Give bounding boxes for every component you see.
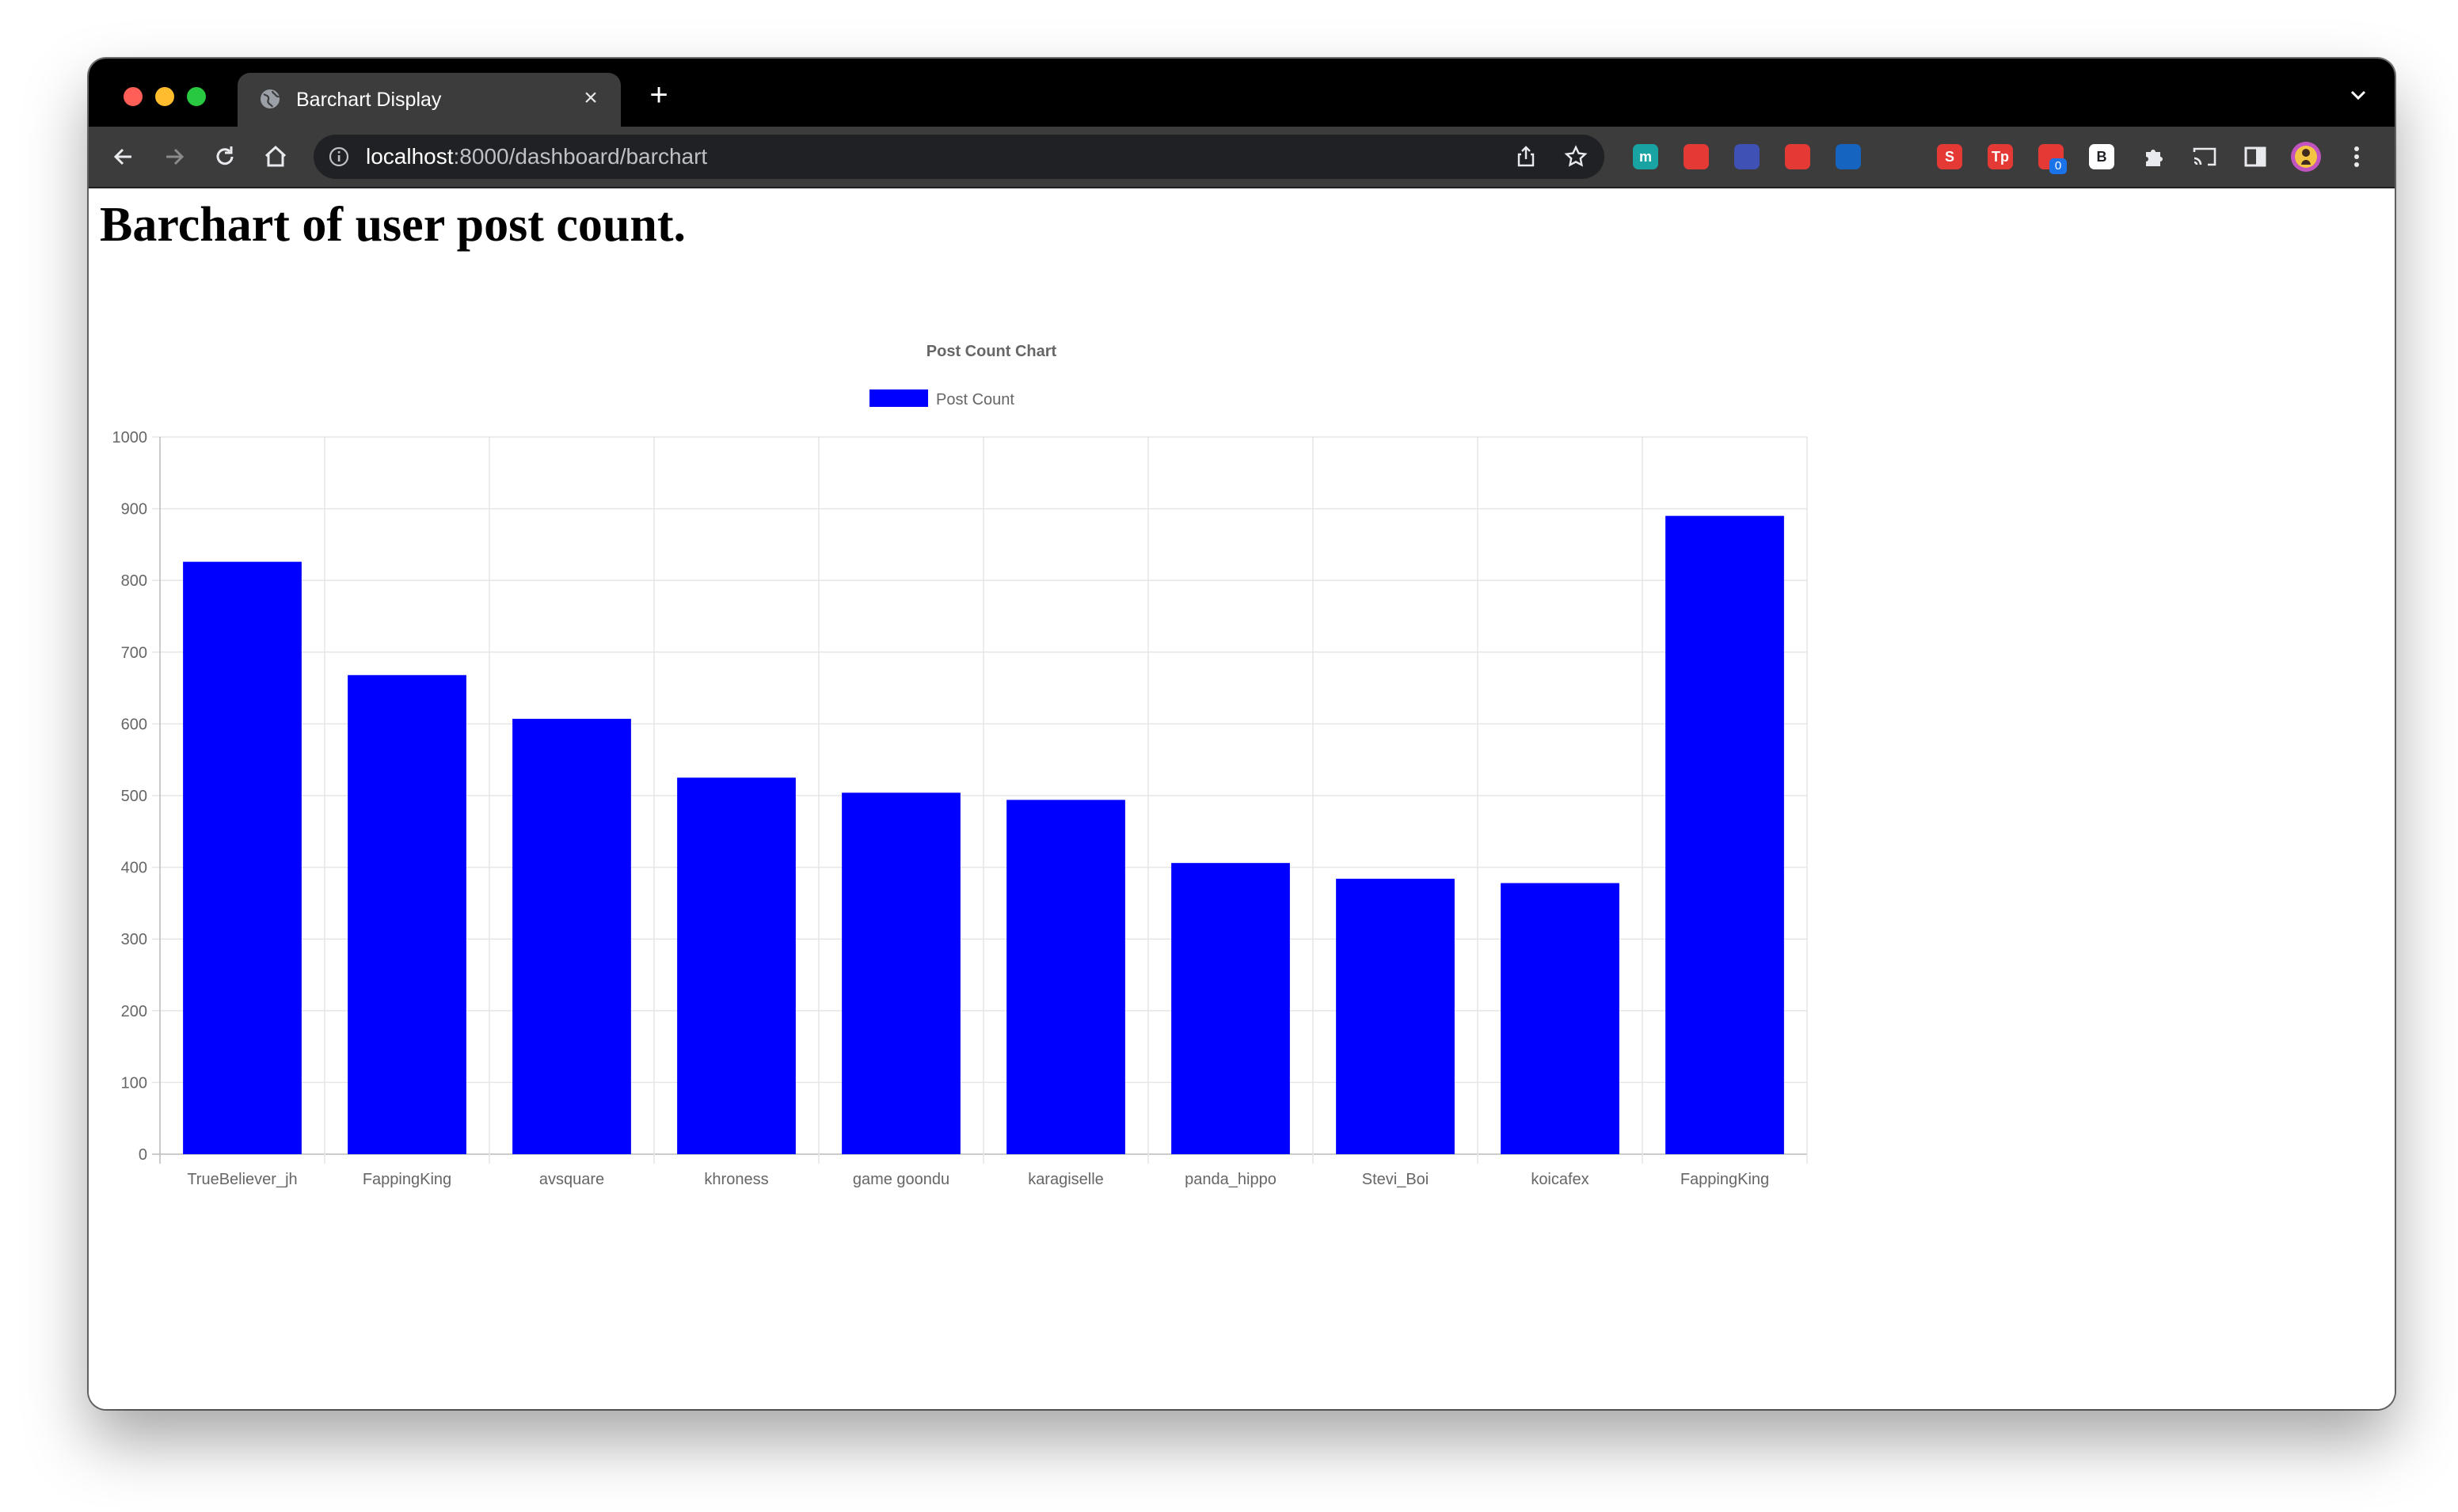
y-tick-label: 400 [121, 860, 147, 877]
tab-bar: Barchart Display × + [89, 59, 2395, 127]
bar-chart: 0 100 200 300 400 500 600 700 800 900 1000 TrueBel… [112, 343, 1808, 1188]
share-icon[interactable] [1514, 145, 1538, 169]
puzzle-icon[interactable] [2140, 142, 2168, 171]
url-host: localhost [366, 144, 454, 169]
page-heading: Barchart of user post count. [100, 198, 686, 252]
extension-badge: 0 [2049, 158, 2067, 174]
bar[interactable] [1665, 515, 1784, 1154]
y-tick-label: 1000 [112, 429, 148, 446]
extension-icon[interactable] [1684, 144, 1709, 169]
x-tick-label: panda_hippo [1185, 1171, 1277, 1188]
x-tick-label: FappingKing [1680, 1171, 1769, 1188]
bar[interactable] [1336, 879, 1455, 1154]
x-tick-label: game goondu [853, 1171, 949, 1188]
bar[interactable] [1171, 863, 1290, 1154]
y-tick-label: 100 [121, 1074, 147, 1092]
minimize-window-button[interactable] [155, 87, 174, 106]
chart-y-axis: 0 100 200 300 400 500 600 700 800 900 1000 [112, 429, 148, 1164]
tab-barchart-display[interactable]: Barchart Display × [238, 73, 621, 127]
extension-icon[interactable] [1836, 144, 1861, 169]
url-path: :8000/dashboard/barchart [453, 144, 708, 169]
side-panel-icon[interactable] [2241, 142, 2270, 171]
y-tick-label: 800 [121, 572, 147, 590]
x-tick-label: Stevi_Boi [1362, 1171, 1429, 1188]
browser-window: Barchart Display × + localhost:8000/dash… [89, 59, 2395, 1409]
y-tick-label: 700 [121, 644, 147, 662]
extension-icon[interactable]: B [2089, 144, 2114, 169]
x-tick-label: avsquare [539, 1171, 604, 1188]
chart-x-axis: TrueBeliever_jh FappingKing avsquare khrone… [187, 1171, 1769, 1188]
tab-close-icon[interactable]: × [576, 84, 605, 112]
y-tick-label: 900 [121, 501, 147, 519]
address-bar[interactable]: localhost:8000/dashboard/barchart [314, 135, 1604, 179]
bar[interactable] [1501, 883, 1619, 1154]
profile-avatar[interactable] [2290, 141, 2322, 173]
y-tick-label: 0 [139, 1146, 147, 1164]
x-tick-label: khroness [704, 1171, 768, 1188]
bar[interactable] [183, 561, 302, 1154]
page-content: Barchart of user post count. 0 100 200 300 4… [89, 188, 2395, 1409]
chart-title: Post Count Chart [927, 343, 1057, 360]
new-tab-button[interactable]: + [643, 79, 675, 111]
info-icon[interactable] [328, 146, 350, 168]
home-icon[interactable] [261, 142, 290, 171]
globe-icon [261, 89, 280, 108]
legend-swatch[interactable] [869, 389, 928, 407]
maximize-window-button[interactable] [187, 87, 206, 106]
forward-arrow-icon[interactable] [160, 142, 188, 171]
legend-label[interactable]: Post Count [936, 391, 1014, 408]
x-tick-label: FappingKing [363, 1171, 451, 1188]
x-tick-label: TrueBeliever_jh [187, 1171, 297, 1188]
extension-icon[interactable]: m [1633, 144, 1658, 169]
extension-icon[interactable]: Tp [1988, 144, 2013, 169]
bar[interactable] [348, 674, 466, 1154]
reload-icon[interactable] [211, 142, 239, 171]
browser-toolbar: localhost:8000/dashboard/barchart m S Tp B 0 [89, 127, 2395, 188]
extension-icon[interactable]: S [1937, 144, 1962, 169]
extension-icon[interactable] [1734, 144, 1760, 169]
close-window-button[interactable] [124, 87, 143, 106]
extension-icon[interactable] [1785, 144, 1810, 169]
back-arrow-icon[interactable] [109, 142, 138, 171]
y-tick-label: 300 [121, 931, 147, 948]
y-tick-label: 500 [121, 788, 147, 805]
cast-icon[interactable] [2190, 142, 2219, 171]
bar[interactable] [842, 792, 961, 1154]
tab-title: Barchart Display [296, 89, 442, 111]
more-menu-icon[interactable] [2342, 142, 2371, 171]
x-tick-label: karagiselle [1028, 1171, 1104, 1188]
bar[interactable] [677, 777, 796, 1154]
x-tick-label: koicafex [1531, 1171, 1589, 1188]
bookmark-star-icon[interactable] [1563, 144, 1589, 169]
bar[interactable] [512, 719, 631, 1154]
bar[interactable] [1006, 800, 1125, 1154]
chevron-down-icon[interactable] [2346, 82, 2371, 108]
y-tick-label: 600 [121, 716, 147, 733]
extension-icon[interactable] [1886, 144, 1912, 169]
url-text: localhost:8000/dashboard/barchart [366, 144, 707, 169]
y-tick-label: 200 [121, 1003, 147, 1020]
